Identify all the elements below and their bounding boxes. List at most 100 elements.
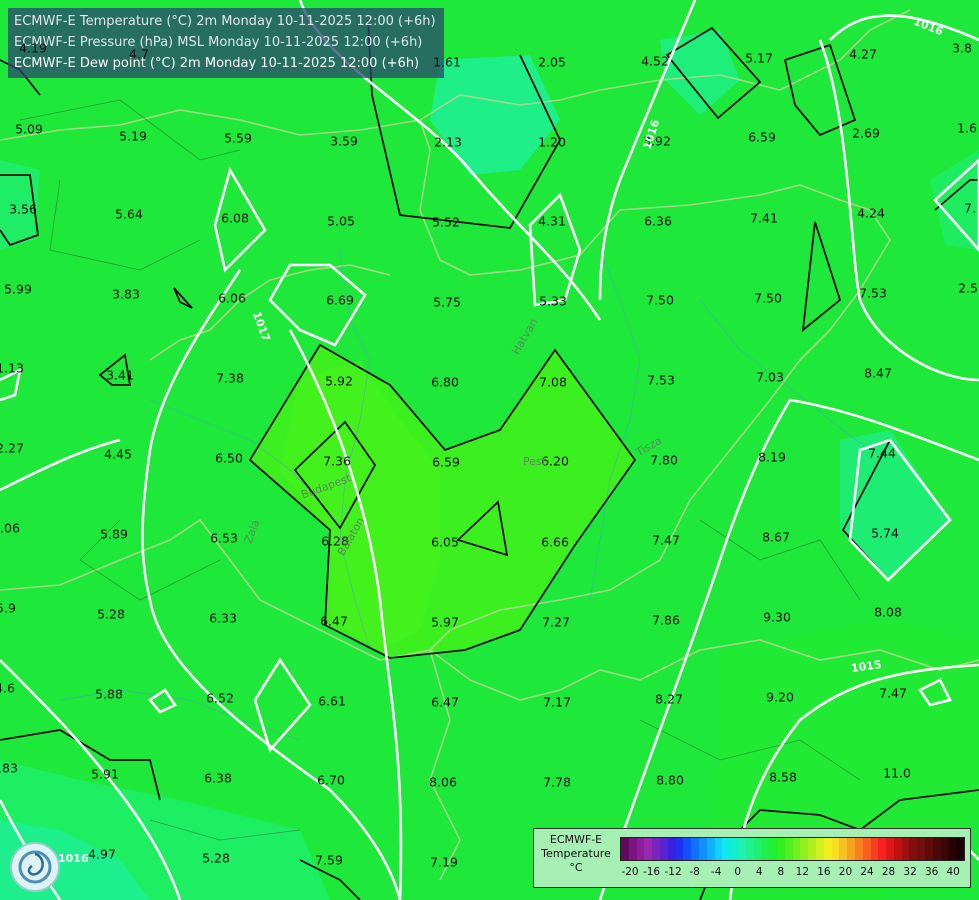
dewpoint-value: 1.06 (0, 520, 20, 536)
dewpoint-title: ECMWF-E Dew point (°C) 2m Monday 10-11-2… (14, 56, 420, 71)
dewpoint-value: 6.47 (320, 613, 348, 629)
legend-title-line: ECMWF-E (549, 833, 603, 846)
legend-swatch (925, 838, 933, 860)
dewpoint-value: 6.08 (221, 210, 249, 226)
dewpoint-value: 8.67 (762, 529, 790, 545)
dewpoint-value: 7.17 (543, 694, 571, 710)
dewpoint-value: 3.59 (330, 133, 358, 149)
legend-tick-label: -4 (710, 866, 722, 878)
dewpoint-value: 8.80 (656, 772, 684, 788)
dewpoint-value: 7.53 (647, 372, 675, 388)
legend-tick-label: 32 (903, 866, 917, 878)
dewpoint-value: 2.05 (538, 54, 566, 70)
legend-swatch (808, 838, 816, 860)
dewpoint-value: 5.09 (15, 121, 43, 137)
dewpoint-value: 7.38 (216, 370, 244, 386)
legend-swatch (862, 838, 871, 860)
dewpoint-value: 5.99 (4, 281, 32, 297)
legend-swatch (730, 838, 738, 860)
legend-swatch (815, 838, 824, 860)
legend-swatch (956, 838, 965, 860)
dewpoint-value: 8.06 (429, 774, 457, 790)
legend-swatch (698, 838, 707, 860)
legend-ticks: -20 -16 -12 -8 -4 0 4 8 12 16 20 24 28 32 36 40 (620, 866, 962, 880)
dewpoint-value: 6.61 (318, 693, 346, 709)
dewpoint-value: 8.58 (769, 769, 797, 785)
legend-swatch (854, 838, 863, 860)
legend-swatch (901, 838, 910, 860)
legend-swatch (659, 838, 668, 860)
dewpoint-value: 7.50 (754, 290, 782, 306)
legend-tick-label: 8 (777, 866, 785, 878)
legend-swatch (839, 838, 848, 860)
temperature-title: ECMWF-E Temperature (°C) 2m Monday 10-11… (14, 14, 436, 29)
legend-swatch (652, 838, 660, 860)
legend-tick-label: 4 (755, 866, 763, 878)
ecmwf-logo (10, 842, 60, 892)
dewpoint-value: 4.52 (641, 53, 669, 69)
dewpoint-value: 5.9 (0, 600, 16, 616)
dewpoint-value: 6.47 (431, 694, 459, 710)
legend-swatch (667, 838, 676, 860)
pressure-title: ECMWF-E Pressure (hPa) MSL Monday 10-11-… (14, 35, 423, 50)
dewpoint-value: 5.89 (100, 526, 128, 542)
dewpoint-value: 7.50 (646, 292, 674, 308)
dewpoint-value: 7.44 (868, 445, 896, 461)
legend-tick-label: 28 (881, 866, 896, 878)
legend-tick-label: 36 (924, 866, 939, 878)
dewpoint-value: 5.64 (115, 206, 143, 222)
dewpoint-value: 4.45 (104, 446, 132, 462)
dewpoint-value: 2.27 (0, 440, 24, 456)
dewpoint-value: 7.27 (542, 614, 570, 630)
dewpoint-value: 6.05 (431, 534, 459, 550)
legend-tick-label: 20 (838, 866, 853, 878)
dewpoint-value: 7.59 (315, 852, 343, 868)
legend-tick-label: 40 (946, 866, 960, 878)
legend-tick-label: -20 (621, 866, 639, 878)
legend-swatch (784, 838, 793, 860)
legend-swatch (753, 838, 762, 860)
legend-swatch (878, 838, 887, 860)
dewpoint-value: 7.03 (756, 369, 784, 385)
legend-swatch (909, 838, 918, 860)
legend-title-line: °C (569, 861, 583, 874)
dewpoint-value: 6.69 (326, 292, 354, 308)
dewpoint-value: 6.38 (204, 770, 232, 786)
dewpoint-value: 4.83 (0, 760, 18, 776)
legend-swatch (761, 838, 770, 860)
legend-color-bar (620, 837, 966, 861)
legend-swatch (776, 838, 785, 860)
legend-swatch (886, 838, 894, 860)
dewpoint-value: 7.80 (650, 452, 678, 468)
legend-swatch (792, 838, 801, 860)
dewpoint-value: 5.59 (224, 130, 252, 146)
dewpoint-value: 7.53 (859, 285, 887, 301)
dewpoint-value: 5.75 (433, 294, 461, 310)
legend-swatch (706, 838, 715, 860)
dewpoint-value: 3.8 (952, 40, 972, 56)
legend-tick-label: -12 (664, 866, 682, 878)
legend-swatch (831, 838, 840, 860)
dewpoint-value: 7.41 (750, 210, 778, 226)
dewpoint-value: 5.52 (432, 214, 460, 230)
dewpoint-value: 5.88 (95, 686, 123, 702)
dewpoint-value: 6.52 (206, 690, 234, 706)
dewpoint-value: 5.74 (871, 525, 899, 541)
dewpoint-value: 5.28 (97, 606, 125, 622)
dewpoint-value: 7. (964, 200, 976, 216)
dewpoint-value: 4.19 (19, 40, 47, 56)
dewpoint-value: 4.6 (0, 680, 15, 696)
dewpoint-value: 3.83 (112, 286, 140, 302)
dewpoint-value: 4.27 (849, 46, 877, 62)
legend-swatch (722, 838, 731, 860)
legend-swatch (917, 838, 926, 860)
dewpoint-value: 6.33 (209, 610, 237, 626)
legend-tick-label: -16 (642, 866, 661, 878)
dewpoint-value: 4.7 (129, 46, 149, 62)
dewpoint-value: 6.36 (644, 213, 672, 229)
swirl-icon (18, 850, 52, 884)
legend-swatch (714, 838, 723, 860)
dewpoint-value: 6.53 (210, 530, 238, 546)
dewpoint-value: 11.0 (883, 765, 911, 781)
legend-swatch (745, 838, 754, 860)
